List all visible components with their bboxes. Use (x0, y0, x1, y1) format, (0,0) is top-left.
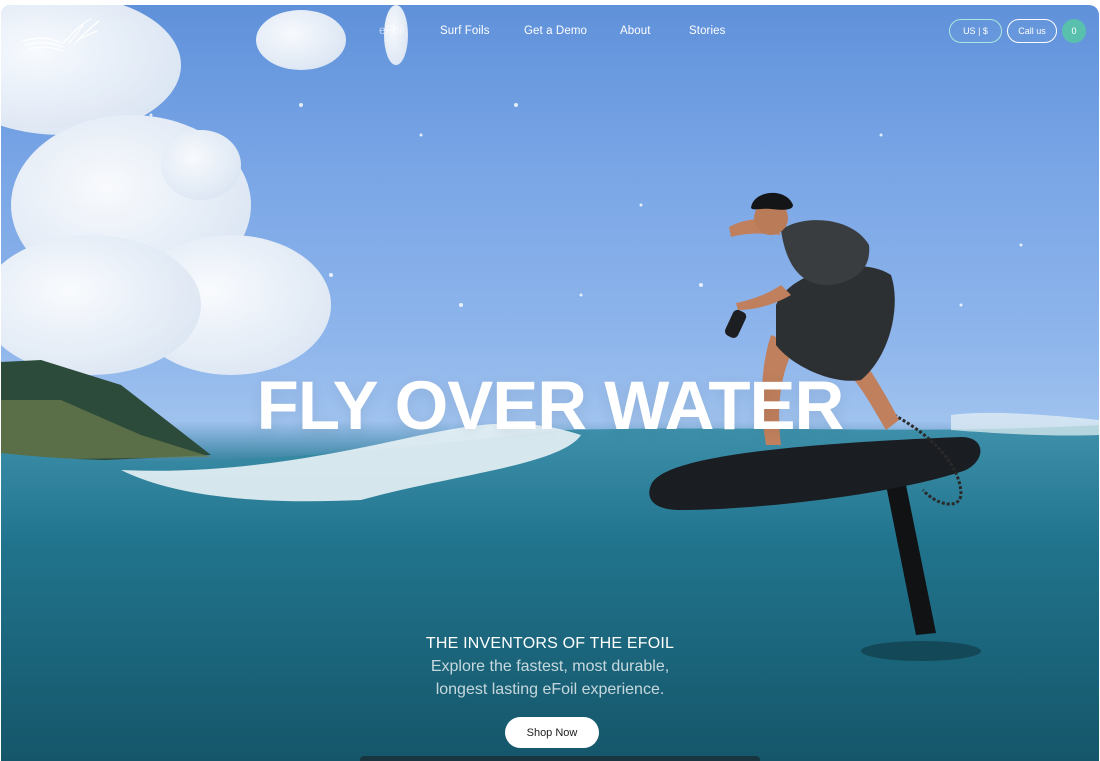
call-us-button[interactable]: Call us (1007, 19, 1057, 43)
hero-subline-1: Explore the fastest, most durable, (430, 658, 670, 675)
hero-section: eFoil Surf Foils Get a Demo About Storie… (1, 5, 1099, 761)
nav-link-get-a-demo[interactable]: Get a Demo (524, 25, 587, 37)
hero-tagline: THE INVENTORS OF THE EFOIL (425, 635, 675, 652)
currency-selector-button[interactable]: US | $ (949, 19, 1002, 43)
shop-now-button[interactable]: Shop Now (505, 717, 599, 748)
scroll-indicator-bar (360, 756, 760, 761)
nav-link-stories[interactable]: Stories (689, 25, 726, 37)
nav-link-efoil[interactable]: eFoil (379, 25, 404, 37)
hero-subline-2: longest lasting eFoil experience. (435, 681, 665, 698)
wing-logo-icon[interactable] (19, 13, 103, 57)
cart-count-badge[interactable]: 0 (1062, 19, 1086, 43)
hero-title: FLY OVER WATER (256, 367, 845, 444)
nav-link-about[interactable]: About (620, 25, 651, 37)
nav-link-surf-foils[interactable]: Surf Foils (440, 25, 490, 37)
